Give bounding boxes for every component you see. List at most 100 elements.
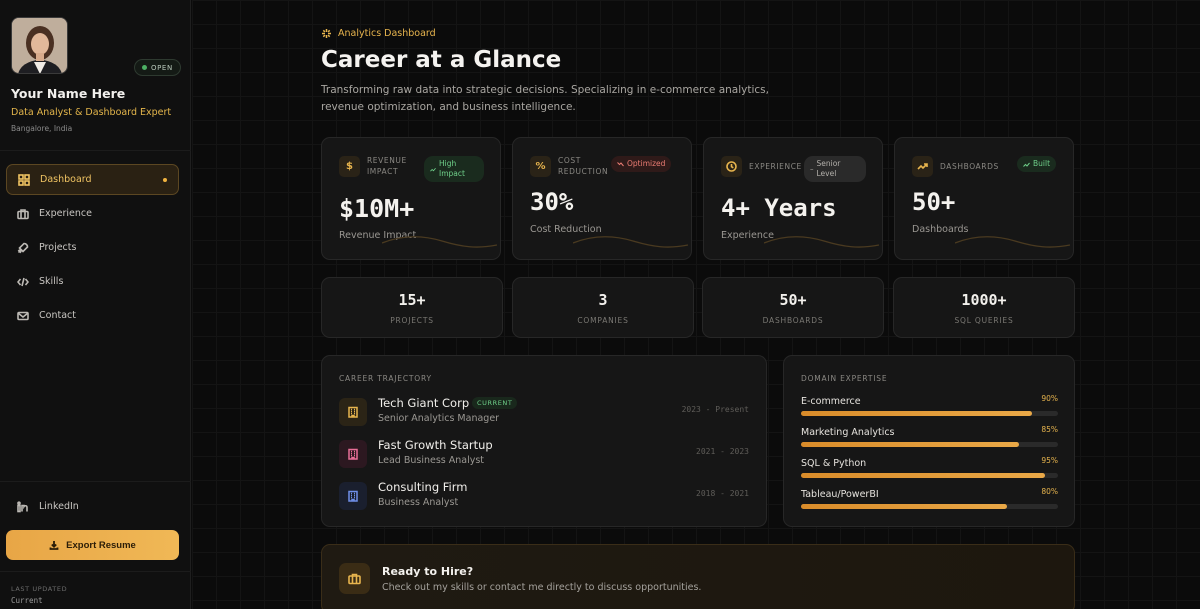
status-label: OPEN bbox=[151, 63, 173, 72]
sparkline-decoration bbox=[764, 236, 879, 248]
building-icon bbox=[339, 398, 367, 426]
skill-name: Marketing Analytics bbox=[801, 427, 895, 438]
briefcase-glyph bbox=[348, 573, 361, 585]
stat-badge-label: Built bbox=[1033, 159, 1051, 168]
stat-card-experience: EXPERIENCE – Senior Level 4+ Years Exper… bbox=[703, 137, 883, 260]
career-trajectory-panel: CAREER TRAJECTORY Tech Giant Corp CURREN… bbox=[321, 355, 767, 527]
stat-badge-label: Optimized bbox=[627, 159, 666, 168]
nav-item-experience[interactable]: Experience bbox=[6, 198, 179, 229]
domain-expertise-panel: DOMAIN EXPERTISE E-commerce 90% Marketin… bbox=[783, 355, 1075, 527]
nav-item-contact[interactable]: Contact bbox=[6, 300, 179, 331]
mail-icon bbox=[17, 311, 29, 320]
linkedin-icon bbox=[17, 500, 28, 512]
grid-icon bbox=[18, 173, 30, 186]
mini-stat-value: 15+ bbox=[398, 291, 426, 309]
trajectory-item[interactable]: Tech Giant Corp CURRENT Senior Analytics… bbox=[339, 396, 749, 428]
job-title: Business Analyst bbox=[378, 497, 459, 508]
building-glyph bbox=[348, 490, 358, 502]
mini-stat-projects: 15+ PROJECTS bbox=[321, 277, 503, 338]
building-glyph bbox=[348, 448, 358, 460]
skill-item: Tableau/PowerBI 80% bbox=[801, 487, 1058, 509]
briefcase-icon bbox=[339, 563, 370, 594]
dollar-icon: $ bbox=[339, 156, 360, 177]
dash-icon: – bbox=[810, 165, 814, 173]
eyebrow-label: Analytics Dashboard bbox=[338, 28, 436, 39]
stat-badge: High Impact bbox=[424, 156, 484, 182]
skill-item: SQL & Python 95% bbox=[801, 456, 1058, 478]
nav-item-dashboard[interactable]: Dashboard bbox=[6, 164, 179, 195]
trend-up-icon bbox=[1023, 162, 1030, 167]
profile-role: Data Analyst & Dashboard Expert bbox=[11, 107, 172, 118]
job-years: 2018 - 2021 bbox=[696, 489, 749, 498]
skill-bar-fill bbox=[801, 442, 1020, 447]
trajectory-item[interactable]: Consulting Firm Business Analyst 2018 - … bbox=[339, 480, 749, 512]
skill-name: E-commerce bbox=[801, 396, 861, 407]
nav-label: Experience bbox=[39, 208, 92, 219]
trend-glyph bbox=[917, 163, 928, 170]
mini-stat-sql: 1000+ SQL QUERIES bbox=[893, 277, 1075, 338]
company-name: Tech Giant Corp bbox=[378, 396, 470, 410]
briefcase-icon bbox=[17, 208, 29, 219]
clock-icon bbox=[721, 156, 742, 177]
stat-card-revenue: $ REVENUE IMPACT High Impact $10M+ Reven… bbox=[321, 137, 501, 260]
hire-cta-card[interactable]: Ready to Hire? Check out my skills or co… bbox=[321, 544, 1075, 609]
mini-stat-label: COMPANIES bbox=[577, 316, 629, 325]
sparkline-decoration bbox=[955, 236, 1070, 248]
divider bbox=[0, 481, 191, 482]
status-badge: OPEN bbox=[134, 59, 181, 76]
stat-value: 50+ bbox=[912, 188, 956, 216]
building-icon bbox=[339, 482, 367, 510]
stat-label: DASHBOARDS bbox=[940, 162, 999, 171]
skill-bar-fill bbox=[801, 504, 1007, 509]
trajectory-item[interactable]: Fast Growth Startup Lead Business Analys… bbox=[339, 438, 749, 470]
trend-up-icon bbox=[430, 167, 436, 172]
stat-value: $10M+ bbox=[339, 194, 415, 223]
nav-label: Skills bbox=[39, 276, 64, 287]
percent-icon: % bbox=[530, 156, 551, 177]
hire-title: Ready to Hire? bbox=[382, 565, 474, 578]
mini-stat-dashboards: 50+ DASHBOARDS bbox=[702, 277, 884, 338]
sidebar: OPEN Your Name Here Data Analyst & Dashb… bbox=[0, 0, 191, 609]
skill-percent: 85% bbox=[1041, 425, 1058, 434]
last-updated-label: LAST UPDATED bbox=[11, 585, 68, 593]
mini-stat-value: 50+ bbox=[779, 291, 807, 309]
stat-badge-label: Senior Level bbox=[816, 159, 841, 178]
export-label: Export Resume bbox=[66, 539, 136, 551]
download-icon bbox=[49, 541, 59, 550]
avatar bbox=[11, 17, 68, 74]
status-dot-icon bbox=[142, 65, 147, 70]
profile-name: Your Name Here bbox=[11, 86, 126, 101]
mini-stat-companies: 3 COMPANIES bbox=[512, 277, 694, 338]
company-name: Fast Growth Startup bbox=[378, 438, 493, 452]
company-name: Consulting Firm bbox=[378, 480, 468, 494]
sparkline-decoration bbox=[573, 236, 688, 248]
job-years: 2021 - 2023 bbox=[696, 447, 749, 456]
page-subtitle: Transforming raw data into strategic dec… bbox=[321, 84, 769, 113]
rocket-icon bbox=[17, 242, 29, 253]
mini-stat-value: 3 bbox=[598, 291, 608, 309]
stat-card-cost: % COST REDUCTION Optimized 30% Cost Redu… bbox=[512, 137, 692, 260]
trend-icon bbox=[912, 156, 933, 177]
skill-name: Tableau/PowerBI bbox=[801, 489, 879, 500]
nav-item-skills[interactable]: Skills bbox=[6, 266, 179, 297]
skill-item: Marketing Analytics 85% bbox=[801, 425, 1058, 447]
stat-label: REVENUE IMPACT bbox=[367, 156, 407, 176]
nav-label: Dashboard bbox=[40, 174, 92, 185]
nav-item-projects[interactable]: Projects bbox=[6, 232, 179, 263]
linkedin-link[interactable]: LinkedIn bbox=[6, 491, 179, 522]
main-content: Analytics Dashboard Career at a Glance T… bbox=[192, 0, 1200, 609]
skill-bar bbox=[801, 411, 1058, 416]
mini-stat-label: DASHBOARDS bbox=[762, 316, 824, 325]
skill-percent: 90% bbox=[1041, 394, 1058, 403]
current-badge: CURRENT bbox=[472, 397, 518, 409]
stat-label: EXPERIENCE bbox=[749, 162, 802, 171]
divider bbox=[0, 150, 191, 151]
job-years: 2023 - Present bbox=[681, 405, 749, 414]
clock-glyph bbox=[726, 161, 737, 172]
building-glyph bbox=[348, 406, 358, 418]
export-resume-button[interactable]: Export Resume bbox=[6, 530, 179, 560]
nav-label: Projects bbox=[39, 242, 77, 253]
skill-bar bbox=[801, 473, 1058, 478]
job-title: Lead Business Analyst bbox=[378, 455, 485, 466]
code-icon bbox=[17, 277, 29, 286]
